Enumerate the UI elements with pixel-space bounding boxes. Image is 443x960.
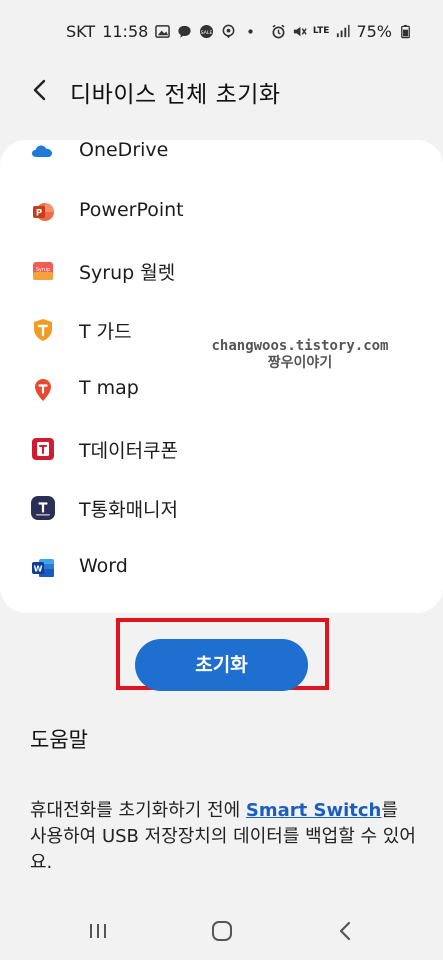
navigation-bar: [0, 900, 443, 960]
sale-notification-icon: SALE: [200, 24, 214, 39]
list-item-t-call-manager[interactable]: T통화매니저: [0, 484, 443, 532]
list-item-t-data-coupon[interactable]: T데이터쿠폰: [0, 425, 443, 473]
app-label: OneDrive: [79, 139, 169, 161]
back-nav-icon[interactable]: [333, 918, 359, 944]
list-item-powerpoint[interactable]: P PowerPoint: [0, 188, 443, 236]
smart-switch-link[interactable]: Smart Switch: [246, 800, 381, 821]
alarm-icon: [272, 24, 285, 39]
watermark: changwoos.tistory.com 짱우이야기: [205, 338, 395, 372]
status-bar-right: LTE 75%: [271, 22, 413, 41]
powerpoint-icon: P: [33, 203, 54, 221]
signal-icon: [337, 24, 350, 38]
app-label: T 가드: [79, 321, 132, 343]
t-guard-icon: [34, 319, 52, 341]
list-item-t-map[interactable]: T map: [0, 366, 443, 414]
back-arrow-icon[interactable]: [26, 76, 54, 104]
t-call-manager-icon: [31, 496, 55, 520]
clock: 11:58: [102, 22, 149, 41]
battery-percent: 75%: [356, 22, 392, 41]
svg-text:P: P: [36, 209, 42, 219]
help-text: 휴대전화를 초기화하기 전에 Smart Switch를 사용하여 USB 저장…: [30, 798, 420, 876]
app-list-card: OneDrive P PowerPoint Syrup Syrup 월렛 T 가…: [0, 139, 443, 613]
status-bar: SKT 11:58 SALE LTE 75%: [0, 0, 443, 66]
app-label: Word: [79, 555, 128, 577]
watermark-line-1: changwoos.tistory.com: [211, 338, 389, 354]
svg-text:W: W: [34, 565, 43, 574]
app-label: T통화매니저: [79, 499, 179, 521]
word-icon: W: [32, 559, 54, 577]
t-data-coupon-icon: [32, 438, 54, 460]
help-title: 도움말: [30, 728, 88, 752]
network-type-label: LTE: [312, 26, 330, 36]
more-notifications-dot-icon: [248, 29, 253, 34]
carrier-label: SKT: [66, 22, 96, 41]
list-item-syrup-wallet[interactable]: Syrup Syrup 월렛: [0, 247, 443, 295]
app-label: T데이터쿠폰: [79, 440, 179, 462]
gallery-notification-icon: [155, 25, 171, 38]
app-label: Syrup 월렛: [79, 262, 176, 284]
reset-button[interactable]: 초기화: [135, 639, 308, 691]
app-label: T map: [79, 377, 139, 399]
watermark-line-2: 짱우이야기: [267, 355, 333, 371]
list-item-word[interactable]: W Word: [0, 544, 443, 592]
app-label: PowerPoint: [79, 199, 184, 221]
message-notification-icon: [178, 25, 191, 38]
syrup-wallet-icon: Syrup: [33, 262, 53, 280]
help-text-before: 휴대전화를 초기화하기 전에: [30, 800, 246, 821]
location-notification-icon: [222, 24, 235, 39]
home-icon[interactable]: [209, 918, 235, 944]
recent-apps-icon[interactable]: [85, 918, 111, 944]
battery-icon: [401, 24, 410, 39]
svg-text:Syrup: Syrup: [36, 267, 51, 273]
status-bar-left: SKT 11:58 SALE: [66, 22, 258, 41]
page-title: 디바이스 전체 초기화: [70, 82, 281, 108]
svg-text:SALE: SALE: [201, 30, 213, 36]
t-map-icon: [35, 379, 51, 401]
list-item-onedrive[interactable]: OneDrive: [0, 128, 443, 176]
onedrive-icon: [32, 145, 52, 157]
mute-icon: [293, 26, 307, 37]
app-bar: 디바이스 전체 초기화: [0, 66, 443, 122]
